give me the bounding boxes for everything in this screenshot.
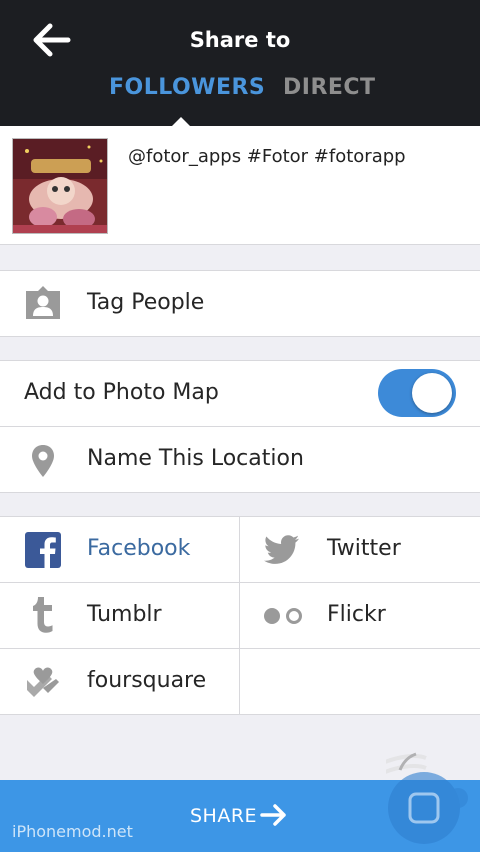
flickr-icon <box>264 608 302 624</box>
tumblr-share-cell[interactable]: Tumblr <box>0 583 239 648</box>
watermark-text: iPhonemod.net <box>12 822 133 841</box>
tumblr-label: Tumblr <box>87 602 162 627</box>
name-location-label: Name This Location <box>87 446 304 471</box>
flickr-share-cell[interactable]: Flickr <box>240 583 480 648</box>
tab-direct[interactable]: DIRECT <box>283 75 376 100</box>
facebook-share-cell[interactable]: Facebook <box>0 517 239 582</box>
share-services-group: Facebook Twitter Tumblr Flickr foursquar… <box>0 516 480 715</box>
location-pin-icon <box>32 445 54 477</box>
post-caption[interactable]: @fotor_apps #Fotor #fotorapp <box>128 146 406 167</box>
tag-people-group: Tag People <box>0 270 480 337</box>
twitter-bird-icon <box>264 535 299 564</box>
tag-people-row[interactable]: Tag People <box>0 271 480 336</box>
tumblr-icon <box>33 597 53 633</box>
arrow-right-icon <box>260 804 286 826</box>
tag-people-label: Tag People <box>87 290 205 315</box>
add-to-photo-map-label: Add to Photo Map <box>24 380 219 405</box>
post-preview: @fotor_apps #Fotor #fotorapp <box>0 126 480 245</box>
top-bar: Share to FOLLOWERS DIRECT <box>0 0 480 126</box>
watermark-logo-icon <box>386 752 468 844</box>
twitter-label: Twitter <box>327 536 401 561</box>
location-group: Add to Photo Map Name This Location <box>0 360 480 493</box>
foursquare-icon <box>27 667 59 697</box>
name-location-row[interactable]: Name This Location <box>0 427 480 492</box>
photo-map-toggle[interactable] <box>378 369 456 417</box>
photo-thumbnail <box>12 138 108 234</box>
add-to-photo-map-row: Add to Photo Map <box>0 361 480 426</box>
tab-followers[interactable]: FOLLOWERS <box>109 75 265 100</box>
tag-person-icon <box>26 286 60 319</box>
facebook-label: Facebook <box>87 536 191 561</box>
toggle-knob <box>412 373 452 413</box>
active-tab-indicator <box>172 117 190 126</box>
foursquare-label: foursquare <box>87 668 207 693</box>
facebook-icon <box>25 532 61 568</box>
page-title: Share to <box>189 28 291 52</box>
twitter-share-cell[interactable]: Twitter <box>240 517 480 582</box>
foursquare-share-cell[interactable]: foursquare <box>0 649 239 715</box>
flickr-label: Flickr <box>327 602 386 627</box>
share-label: SHARE <box>190 805 258 827</box>
